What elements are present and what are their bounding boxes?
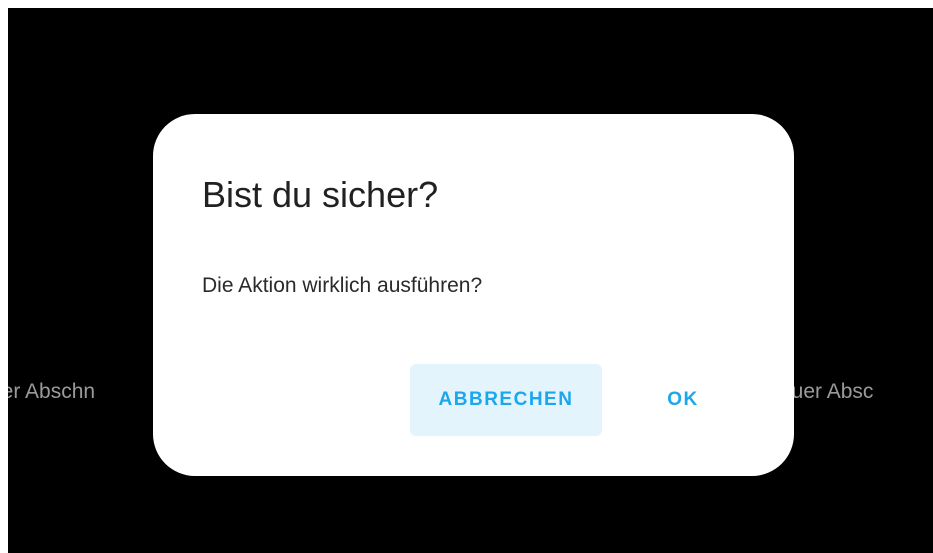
dialog-message: Die Aktion wirklich ausführen? xyxy=(202,274,483,297)
screen-backdrop: uer Abschn euer Absc Bist du sicher? Die… xyxy=(8,8,933,553)
background-section-label-left: uer Abschn xyxy=(8,380,96,403)
dialog-title: Bist du sicher? xyxy=(202,174,439,215)
confirm-dialog: Bist du sicher? Die Aktion wirklich ausf… xyxy=(153,114,794,476)
background-section-label-right: euer Absc xyxy=(780,380,874,403)
cancel-button[interactable]: ABBRECHEN xyxy=(410,364,602,436)
ok-button[interactable]: OK xyxy=(638,364,728,436)
